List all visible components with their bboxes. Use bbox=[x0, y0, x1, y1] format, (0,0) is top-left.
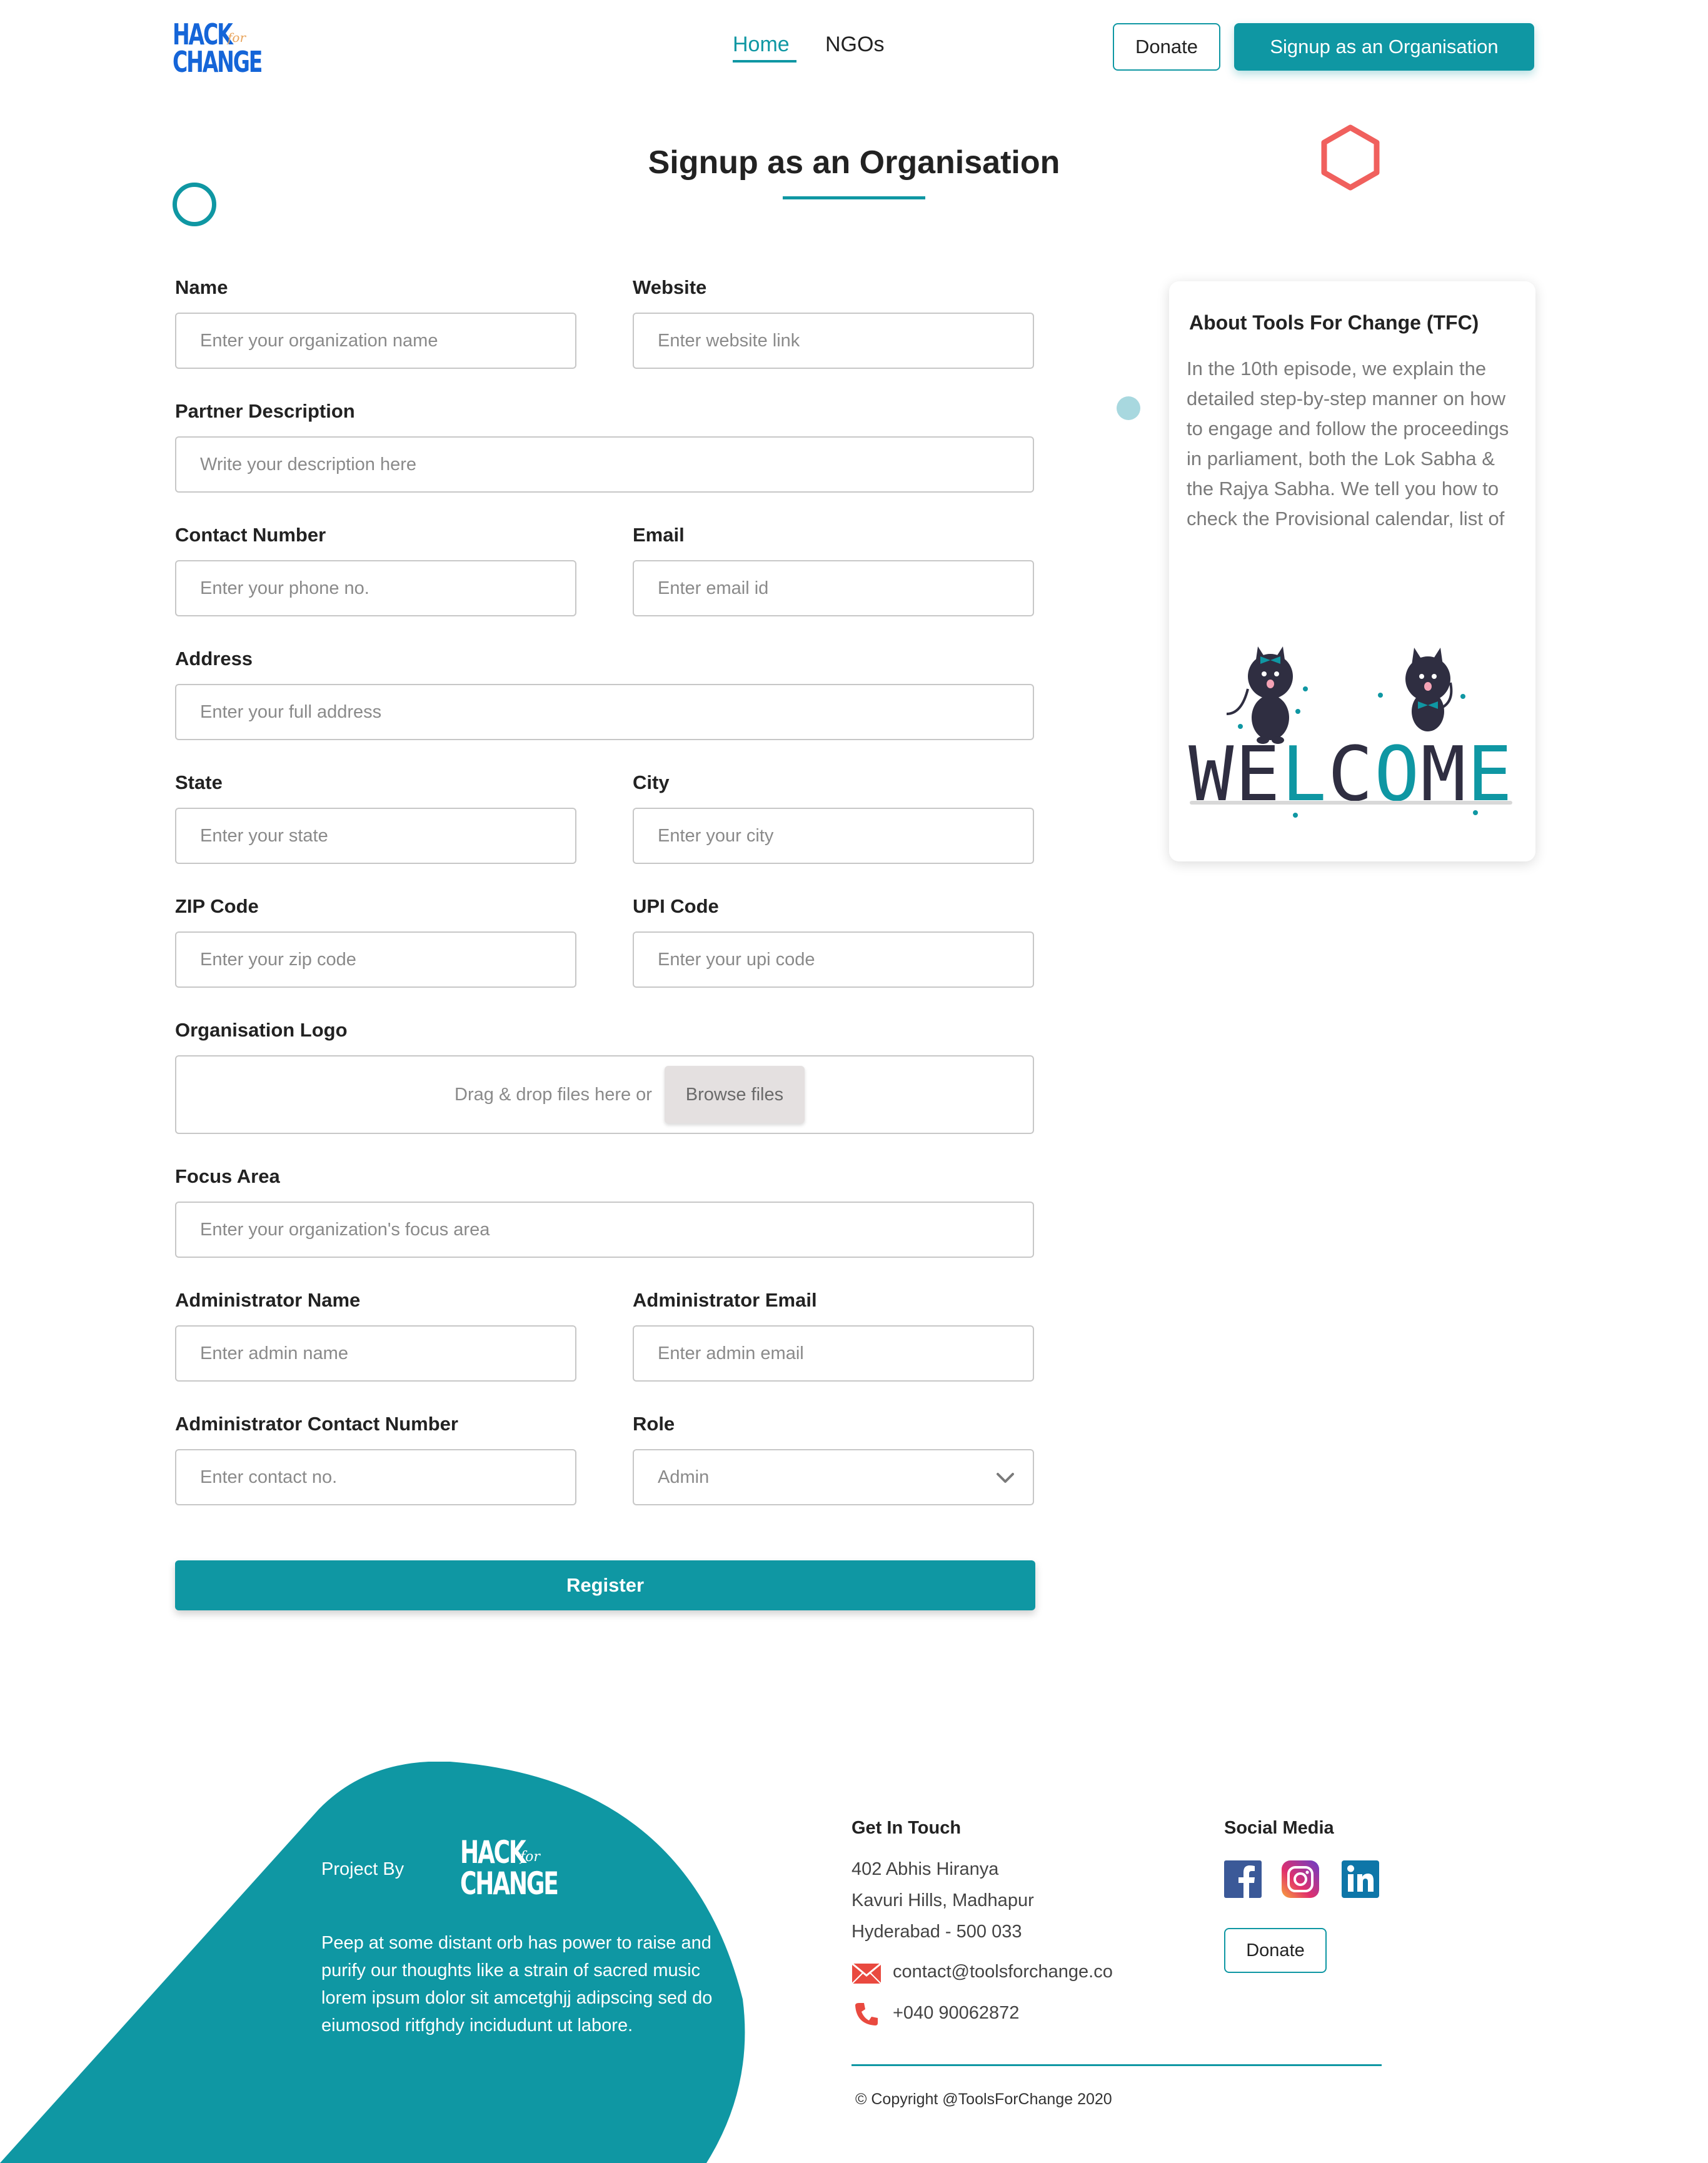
website-input[interactable]: Enter website link bbox=[633, 313, 1034, 369]
title-underline bbox=[783, 196, 925, 199]
contact-phone-link[interactable]: +040 90062872 bbox=[893, 2003, 1019, 2024]
contact-number-input[interactable]: Enter your phone no. bbox=[175, 560, 576, 616]
zip-code-label: ZIP Code bbox=[175, 895, 259, 917]
browse-files-button[interactable]: Browse files bbox=[664, 1066, 805, 1123]
website-label: Website bbox=[633, 276, 707, 298]
page-title: Signup as an Organisation bbox=[648, 144, 1060, 181]
mail-icon bbox=[851, 1963, 882, 1984]
organisation-logo-label: Organisation Logo bbox=[175, 1019, 348, 1041]
address-input[interactable]: Enter your full address bbox=[175, 684, 1034, 740]
dropzone-text: Drag & drop files here or bbox=[455, 1084, 652, 1105]
contact-number-label: Contact Number bbox=[175, 524, 326, 546]
facebook-icon[interactable] bbox=[1224, 1860, 1262, 1898]
admin-name-input[interactable]: Enter admin name bbox=[175, 1325, 576, 1382]
logo-line-for: for bbox=[228, 30, 246, 45]
footer-description: Peep at some distant orb has power to ra… bbox=[321, 1933, 713, 2035]
footer-divider bbox=[851, 2064, 1382, 2066]
city-label: City bbox=[633, 771, 670, 793]
donate-button[interactable]: Donate bbox=[1113, 23, 1220, 71]
email-label: Email bbox=[633, 524, 685, 546]
state-label: State bbox=[175, 771, 223, 793]
nav-home-link[interactable]: Home bbox=[733, 33, 790, 57]
get-in-touch-heading: Get In Touch bbox=[851, 1818, 962, 1838]
about-card: About Tools For Change (TFC) In the 10th… bbox=[1169, 281, 1535, 861]
cat-right-icon bbox=[1405, 648, 1453, 731]
email-input[interactable]: Enter email id bbox=[633, 560, 1034, 616]
hack-for-change-logo[interactable]: HACK for CHANGE bbox=[173, 18, 263, 79]
logo-line-change: CHANGE bbox=[173, 45, 263, 79]
role-selected-value: Admin bbox=[658, 1467, 710, 1487]
city-input[interactable]: Enter your city bbox=[633, 808, 1034, 864]
decorative-circle bbox=[173, 183, 216, 226]
partner-description-label: Partner Description bbox=[175, 400, 355, 422]
footer-logo-line-for: for bbox=[520, 1849, 540, 1865]
about-card-title: About Tools For Change (TFC) bbox=[1189, 311, 1479, 334]
instagram-icon[interactable] bbox=[1282, 1860, 1319, 1898]
role-select[interactable]: Admin bbox=[633, 1449, 1034, 1505]
register-button[interactable]: Register bbox=[175, 1560, 1035, 1610]
address-line-2: Kavuri Hills, Madhapur bbox=[851, 1890, 1034, 1910]
state-input[interactable]: Enter your state bbox=[175, 808, 576, 864]
footer-logo-line-change: CHANGE bbox=[460, 1865, 559, 1902]
partner-description-input[interactable]: Write your description here bbox=[175, 436, 1034, 493]
focus-area-label: Focus Area bbox=[175, 1165, 280, 1187]
zip-code-input[interactable]: Enter your zip code bbox=[175, 931, 576, 988]
focus-area-input[interactable]: Enter your organization's focus area bbox=[175, 1202, 1034, 1258]
welcome-text: WELCOME bbox=[1188, 731, 1514, 818]
role-label: Role bbox=[633, 1413, 675, 1435]
name-label: Name bbox=[175, 276, 228, 298]
nav-ngos-link[interactable]: NGOs bbox=[825, 33, 884, 57]
footer-logo[interactable]: HACK for CHANGE bbox=[460, 1834, 559, 1903]
logo-dropzone[interactable]: Drag & drop files here or Browse files bbox=[175, 1055, 1034, 1134]
admin-contact-label: Administrator Contact Number bbox=[175, 1413, 458, 1435]
project-by-label: Project By bbox=[321, 1859, 404, 1879]
chevron-down-icon bbox=[997, 1473, 1014, 1483]
name-input[interactable]: Enter your organization name bbox=[175, 313, 576, 369]
about-card-text: In the 10th episode, we explain the deta… bbox=[1187, 358, 1509, 529]
copyright-text: © Copyright @ToolsForChange 2020 bbox=[855, 2090, 1112, 2108]
upi-code-label: UPI Code bbox=[633, 895, 719, 917]
address-line-1: 402 Abhis Hiranya bbox=[851, 1859, 999, 1879]
footer-donate-button[interactable]: Donate bbox=[1224, 1928, 1327, 1973]
linkedin-icon[interactable] bbox=[1342, 1860, 1379, 1898]
welcome-illustration: WELCOME bbox=[1188, 646, 1514, 818]
decorative-hexagon bbox=[1321, 124, 1380, 191]
admin-name-label: Administrator Name bbox=[175, 1289, 361, 1311]
upi-code-input[interactable]: Enter your upi code bbox=[633, 931, 1034, 988]
phone-icon bbox=[855, 2003, 878, 2025]
contact-email-link[interactable]: contact@toolsforchange.co bbox=[893, 1962, 1113, 1982]
social-media-heading: Social Media bbox=[1224, 1818, 1334, 1838]
admin-email-input[interactable]: Enter admin email bbox=[633, 1325, 1034, 1382]
signup-organisation-button[interactable]: Signup as an Organisation bbox=[1234, 23, 1534, 71]
cat-left-icon bbox=[1226, 646, 1293, 744]
admin-contact-input[interactable]: Enter contact no. bbox=[175, 1449, 576, 1505]
admin-email-label: Administrator Email bbox=[633, 1289, 817, 1311]
address-label: Address bbox=[175, 648, 253, 670]
decorative-dot bbox=[1117, 396, 1140, 420]
nav-active-indicator bbox=[733, 60, 796, 63]
address-line-3: Hyderabad - 500 033 bbox=[851, 1922, 1022, 1942]
